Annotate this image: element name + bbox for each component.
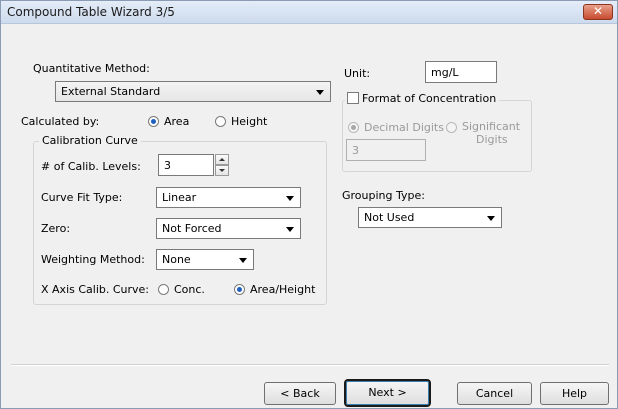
format-of-concentration-header: Format of Concentration: [345, 92, 500, 105]
calculated-by-label: Calculated by:: [21, 115, 100, 128]
significant-digits-label-2: Digits: [476, 133, 508, 146]
radio-height-label: Height: [231, 115, 268, 128]
radio-x-axis-conc[interactable]: [158, 284, 169, 295]
chevron-down-icon: [239, 258, 247, 263]
arrow-up-icon: [219, 158, 225, 161]
close-button[interactable]: ✕: [583, 4, 613, 20]
close-icon: ✕: [592, 4, 604, 18]
back-button[interactable]: < Back: [264, 382, 336, 405]
chevron-down-icon: [487, 216, 495, 221]
spin-down-button[interactable]: [215, 165, 229, 176]
radio-x-axis-area-height[interactable]: [234, 284, 245, 295]
curve-fit-type-label: Curve Fit Type:: [41, 191, 123, 204]
zero-label: Zero:: [41, 222, 71, 235]
calib-levels-label: # of Calib. Levels:: [41, 160, 141, 173]
radio-significant-digits[interactable]: [446, 122, 457, 133]
format-of-concentration-label: Format of Concentration: [362, 92, 497, 105]
calibration-curve-title: Calibration Curve: [39, 134, 141, 147]
help-button[interactable]: Help: [540, 382, 609, 405]
footer-separator: [11, 364, 609, 366]
wizard-window: Compound Table Wizard 3/5 ✕ Quantitative…: [0, 0, 618, 409]
unit-label: Unit:: [344, 67, 371, 80]
unit-input[interactable]: mg/L: [425, 61, 497, 83]
grouping-type-value: Not Used: [364, 211, 415, 224]
zero-value: Not Forced: [162, 222, 222, 235]
radio-calculated-by-area[interactable]: [148, 116, 159, 127]
arrow-down-icon: [219, 169, 225, 172]
digits-value: 3: [352, 144, 359, 157]
chevron-down-icon: [286, 196, 294, 201]
calib-levels-spinner[interactable]: [215, 154, 229, 176]
cancel-button[interactable]: Cancel: [457, 382, 532, 405]
grouping-type-label: Grouping Type:: [342, 189, 425, 202]
window-title: Compound Table Wizard 3/5: [7, 5, 175, 19]
curve-fit-type-select[interactable]: Linear: [156, 187, 301, 208]
curve-fit-type-value: Linear: [162, 191, 197, 204]
grouping-type-select[interactable]: Not Used: [358, 207, 502, 228]
weighting-method-value: None: [162, 253, 191, 266]
calib-levels-value: 3: [164, 159, 171, 172]
zero-select[interactable]: Not Forced: [156, 218, 301, 239]
quantitative-method-label: Quantitative Method:: [33, 62, 150, 75]
unit-value: mg/L: [431, 66, 459, 79]
radio-decimal-digits[interactable]: [348, 122, 359, 133]
chevron-down-icon: [316, 90, 324, 95]
x-axis-calib-label: X Axis Calib. Curve:: [41, 283, 150, 296]
spin-up-button[interactable]: [215, 154, 229, 165]
calib-levels-input[interactable]: 3: [158, 154, 214, 176]
significant-digits-label-1: Significant: [462, 120, 521, 133]
next-button[interactable]: Next >: [344, 379, 431, 407]
radio-area-label: Area: [164, 115, 190, 128]
radio-area-height-label: Area/Height: [250, 283, 316, 296]
digits-input[interactable]: 3: [346, 139, 426, 161]
format-of-concentration-checkbox[interactable]: [347, 92, 359, 104]
weighting-method-label: Weighting Method:: [41, 253, 145, 266]
chevron-down-icon: [286, 227, 294, 232]
decimal-digits-label: Decimal Digits: [364, 121, 444, 134]
radio-calculated-by-height[interactable]: [215, 116, 226, 127]
quantitative-method-select[interactable]: External Standard: [55, 81, 331, 102]
quantitative-method-value: External Standard: [61, 85, 161, 98]
weighting-method-select[interactable]: None: [156, 249, 254, 270]
title-bar: Compound Table Wizard 3/5 ✕: [1, 1, 617, 24]
radio-conc-label: Conc.: [174, 283, 205, 296]
